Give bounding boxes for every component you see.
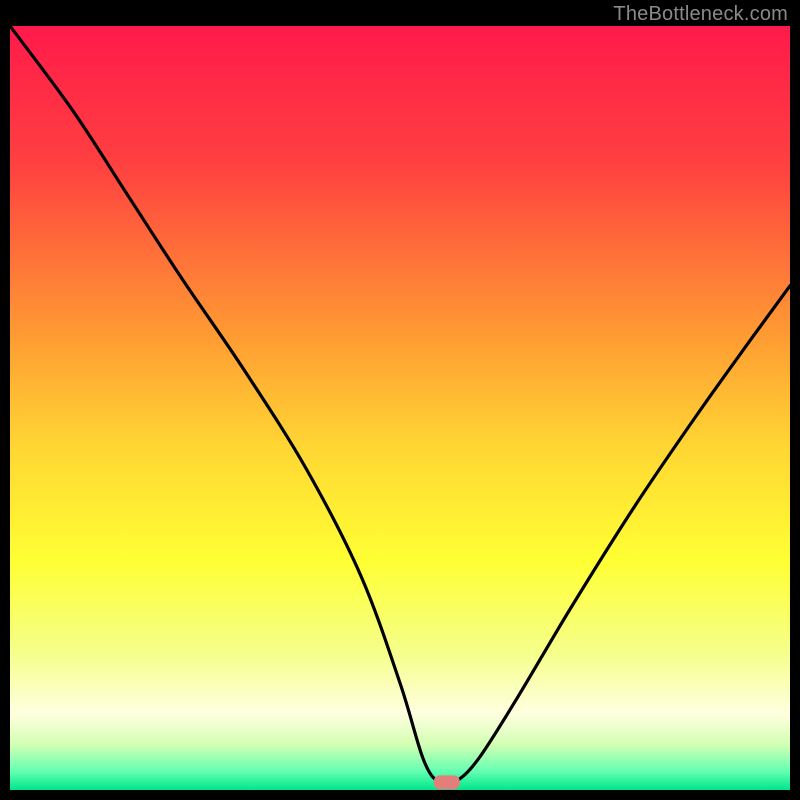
watermark-text: TheBottleneck.com xyxy=(613,3,788,26)
chart-frame xyxy=(10,26,790,790)
bottleneck-chart xyxy=(10,26,790,790)
optimal-marker xyxy=(434,775,460,789)
gradient-background xyxy=(10,26,790,790)
